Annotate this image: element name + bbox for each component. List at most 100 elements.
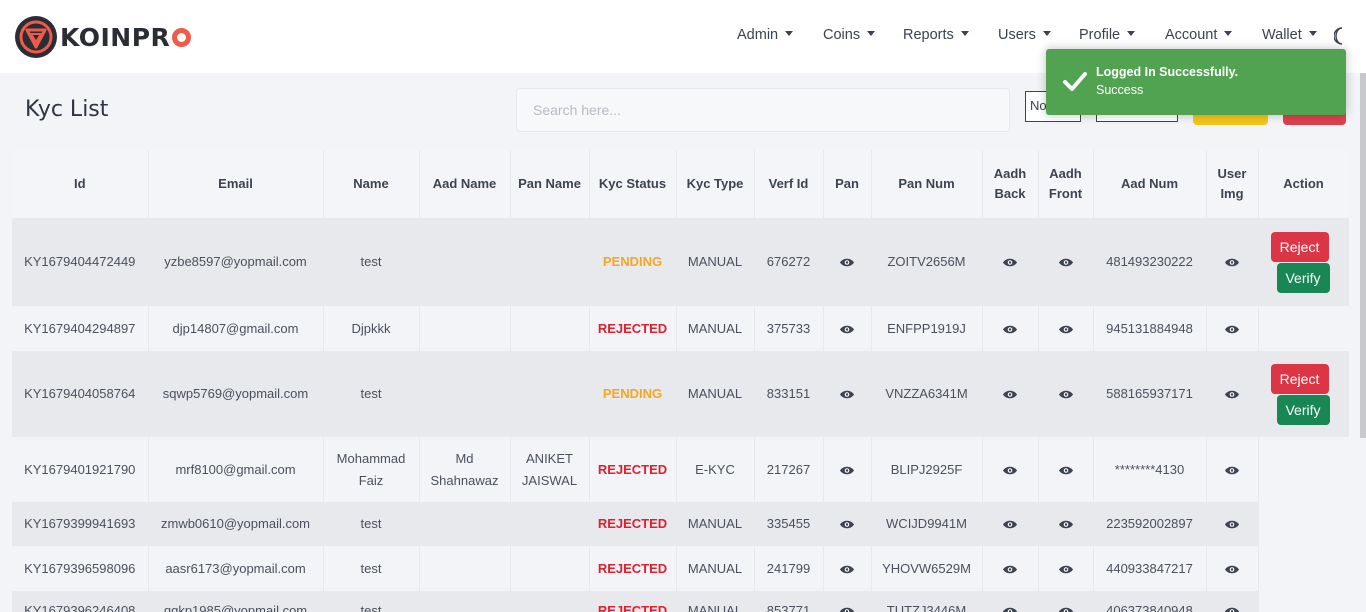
col-header-id[interactable]: Id <box>12 150 149 219</box>
eye-icon[interactable] <box>1058 389 1074 400</box>
eye-icon[interactable] <box>839 324 855 335</box>
eye-icon[interactable] <box>1002 389 1018 400</box>
cell-aadh-front-view[interactable] <box>1038 437 1094 502</box>
eye-icon[interactable] <box>1002 465 1018 476</box>
eye-icon[interactable] <box>1002 257 1018 268</box>
col-header-kyc-status[interactable]: Kyc Status <box>589 150 677 219</box>
cell-aadh-front-view[interactable] <box>1038 218 1094 306</box>
cell-aadh-front-view[interactable] <box>1038 546 1094 591</box>
search-input[interactable] <box>516 88 1010 132</box>
eye-icon[interactable] <box>1002 519 1018 530</box>
cell-pan-view[interactable] <box>823 591 872 612</box>
cell-kyc-type: MANUAL <box>676 502 755 546</box>
cell-action <box>1258 437 1349 502</box>
cell-aadh-back-view[interactable] <box>982 502 1039 546</box>
nav-reports[interactable]: Reports <box>903 27 969 43</box>
cell-pan-view[interactable] <box>823 351 872 437</box>
verify-button[interactable]: Verify <box>1276 262 1330 293</box>
eye-icon[interactable] <box>1058 324 1074 335</box>
cell-aad-name <box>419 546 511 591</box>
cell-aadh-back-view[interactable] <box>982 591 1039 612</box>
nav-users[interactable]: Users <box>998 27 1051 43</box>
cell-pan-view[interactable] <box>823 546 872 591</box>
cell-user-img-view[interactable] <box>1206 546 1259 591</box>
col-header-aadh-back[interactable]: Aadh Back <box>982 150 1039 219</box>
cell-name: Mohammad Faiz <box>323 437 420 502</box>
eye-icon[interactable] <box>839 465 855 476</box>
dark-mode-toggle-icon[interactable] <box>1334 27 1350 45</box>
cell-user-img-view[interactable] <box>1206 351 1259 437</box>
col-header-aad-name[interactable]: Aad Name <box>419 150 511 219</box>
cell-aadh-front-view[interactable] <box>1038 502 1094 546</box>
cell-aadh-back-view[interactable] <box>982 546 1039 591</box>
nav-account[interactable]: Account <box>1165 27 1233 43</box>
cell-user-img-view[interactable] <box>1206 218 1259 306</box>
eye-icon[interactable] <box>1002 324 1018 335</box>
eye-icon[interactable] <box>1058 606 1074 612</box>
eye-icon[interactable] <box>839 606 855 612</box>
eye-icon[interactable] <box>1224 606 1240 612</box>
col-header-verf-id[interactable]: Verf Id <box>754 150 824 219</box>
cell-pan-view[interactable] <box>823 437 872 502</box>
nav-wallet[interactable]: Wallet <box>1262 27 1317 43</box>
cell-aadh-front-view[interactable] <box>1038 306 1094 351</box>
cell-user-img-view[interactable] <box>1206 437 1259 502</box>
eye-icon[interactable] <box>1002 606 1018 612</box>
eye-icon[interactable] <box>1224 257 1240 268</box>
col-header-pan-name[interactable]: Pan Name <box>510 150 590 219</box>
col-header-user-img[interactable]: User Img <box>1206 150 1259 219</box>
checkmark-icon <box>1063 72 1087 91</box>
cell-email: yzbe8597@yopmail.com <box>148 218 324 306</box>
success-toast[interactable]: Logged In Successfully. Success <box>1046 49 1346 115</box>
nav-coins[interactable]: Coins <box>823 27 876 43</box>
col-header-kyc-type[interactable]: Kyc Type <box>676 150 755 219</box>
cell-aadh-front-view[interactable] <box>1038 351 1094 437</box>
eye-icon[interactable] <box>1058 519 1074 530</box>
col-header-name[interactable]: Name <box>323 150 420 219</box>
table-row: KY1679404472449 yzbe8597@yopmail.com test P… <box>12 218 1349 306</box>
nav-profile[interactable]: Profile <box>1079 27 1136 43</box>
cell-pan-num: TUTZJ3446M <box>871 591 983 612</box>
cell-user-img-view[interactable] <box>1206 591 1259 612</box>
caret-down-icon <box>785 31 794 36</box>
eye-icon[interactable] <box>1224 519 1240 530</box>
col-header-aadh-front[interactable]: Aadh Front <box>1038 150 1094 219</box>
eye-icon[interactable] <box>1224 324 1240 335</box>
nav-admin[interactable]: Admin <box>737 27 794 43</box>
cell-aadh-back-view[interactable] <box>982 437 1039 502</box>
cell-pan-view[interactable] <box>823 502 872 546</box>
cell-aadh-back-view[interactable] <box>982 218 1039 306</box>
nav-wallet-label: Wallet <box>1262 27 1302 43</box>
brand-logo[interactable]: KOINPR <box>14 15 192 59</box>
eye-icon[interactable] <box>839 257 855 268</box>
cell-aadh-front-view[interactable] <box>1038 591 1094 612</box>
col-header-email[interactable]: Email <box>148 150 324 219</box>
cell-pan-view[interactable] <box>823 218 872 306</box>
cell-pan-view[interactable] <box>823 306 872 351</box>
col-header-aad-num[interactable]: Aad Num <box>1093 150 1207 219</box>
cell-verf-id: 241799 <box>754 546 824 591</box>
caret-down-icon <box>867 31 876 36</box>
cell-aadh-back-view[interactable] <box>982 306 1039 351</box>
cell-kyc-status: REJECTED <box>589 437 677 502</box>
eye-icon[interactable] <box>1058 564 1074 575</box>
verify-button[interactable]: Verify <box>1276 394 1330 425</box>
eye-icon[interactable] <box>1224 389 1240 400</box>
eye-icon[interactable] <box>1224 465 1240 476</box>
reject-button[interactable]: Reject <box>1270 231 1329 262</box>
eye-icon[interactable] <box>1224 564 1240 575</box>
eye-icon[interactable] <box>1002 564 1018 575</box>
col-header-pan-num[interactable]: Pan Num <box>871 150 983 219</box>
eye-icon[interactable] <box>839 389 855 400</box>
cell-aadh-back-view[interactable] <box>982 351 1039 437</box>
cell-user-img-view[interactable] <box>1206 502 1259 546</box>
eye-icon[interactable] <box>1058 465 1074 476</box>
reject-button[interactable]: Reject <box>1270 363 1329 394</box>
cell-email: mrf8100@gmail.com <box>148 437 324 502</box>
col-header-pan[interactable]: Pan <box>823 150 872 219</box>
cell-user-img-view[interactable] <box>1206 306 1259 351</box>
page-scrollbar[interactable] <box>1360 73 1366 438</box>
eye-icon[interactable] <box>839 519 855 530</box>
eye-icon[interactable] <box>1058 257 1074 268</box>
eye-icon[interactable] <box>839 564 855 575</box>
